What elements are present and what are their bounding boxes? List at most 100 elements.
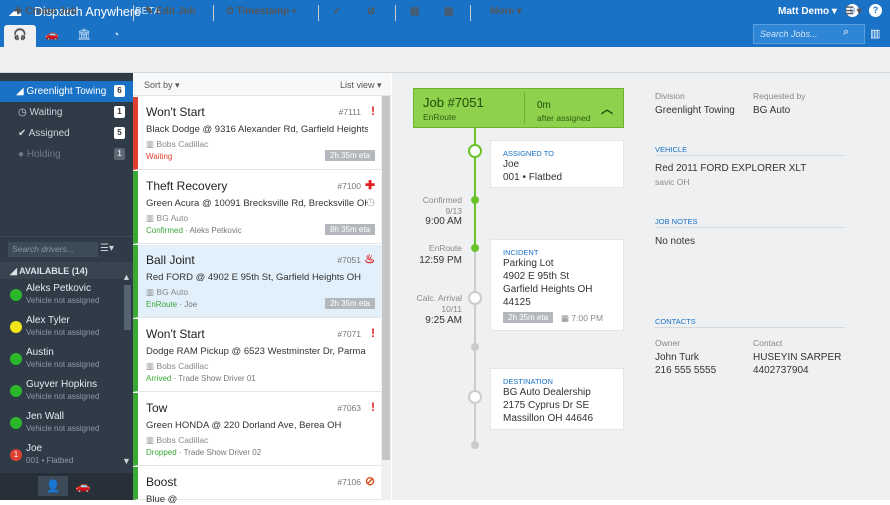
driver-scrollbar[interactable]: [124, 285, 131, 330]
job-status: Confirmed: [146, 226, 183, 235]
assigned-truck: 001 • Flatbed: [503, 172, 563, 183]
clock-icon: ⏱: [226, 6, 237, 17]
job-list-item[interactable]: Boost #7106 ⊘ Blue @: [133, 467, 381, 505]
user-menu[interactable]: Matt Demo ▾: [778, 6, 837, 17]
divider: [133, 5, 134, 21]
driver-list-item[interactable]: Aleks Petkovic Vehicle not assigned: [0, 280, 122, 312]
driver-list-item[interactable]: 1 Joe 001 • Flatbed: [0, 440, 122, 472]
sort-by-dropdown[interactable]: Sort by ▾: [144, 80, 180, 91]
help-icon[interactable]: ?: [869, 4, 882, 17]
collapse-chevron-icon[interactable]: ︿: [601, 100, 613, 117]
driver-list-item[interactable]: Guyver Hopkins Vehicle not assigned: [0, 376, 122, 408]
check-route-icon[interactable]: ✓: [333, 6, 341, 17]
job-notes-value: No notes: [655, 236, 696, 247]
incident-line: 4902 E 95th St: [503, 271, 570, 282]
layout-menu-icon[interactable]: ☰ ▾: [845, 6, 862, 17]
divider: [655, 227, 845, 228]
driver-status-dot: [10, 353, 22, 365]
tab-dispatch-headset-icon[interactable]: 🎧: [4, 25, 36, 47]
sidebar-item-label: Holding: [26, 149, 61, 160]
driver-name: Alex Tyler: [26, 315, 70, 326]
enroute-time: 12:59 PM: [419, 255, 462, 266]
chevron-up-icon[interactable]: ▲: [122, 272, 131, 282]
sidebar-item-holding[interactable]: ● Holding 1: [0, 144, 133, 165]
sidebar-item-greenlight-towing[interactable]: ◢ Greenlight Towing 6: [0, 81, 133, 102]
assigned-card[interactable]: ASSIGNED TO Joe 001 • Flatbed: [490, 140, 624, 188]
driver-status-dot: 1: [10, 449, 22, 461]
check-icon: ✔: [18, 128, 29, 139]
job-company: ▥ Bobs Cadillac: [146, 435, 208, 446]
count-badge: 1: [114, 106, 125, 118]
timestamp-button[interactable]: ⏱ Timestamp ▾: [226, 6, 296, 17]
count-badge: 6: [114, 85, 125, 97]
company-name: Bobs Cadillac: [156, 139, 209, 149]
job-number: #7051: [337, 255, 361, 265]
driver-status-dot: [10, 385, 22, 397]
tab-bank-icon[interactable]: 🏛: [68, 25, 100, 47]
incident-card[interactable]: INCIDENT Parking Lot 4902 E 95th St Garf…: [490, 239, 624, 331]
calendar-icon: ▦: [561, 313, 572, 323]
owner-phone[interactable]: 216 555 5555: [655, 365, 716, 376]
more-button[interactable]: More ▾: [490, 6, 522, 17]
card-title: DESTINATION: [503, 377, 553, 386]
chevron-down-icon[interactable]: ▼: [122, 456, 131, 466]
scrollbar-thumb[interactable]: [382, 96, 390, 460]
dot-icon: ●: [18, 149, 27, 160]
confirmed-time: 9:00 AM: [425, 216, 462, 227]
vehicle-value: Red 2011 FORD EXPLORER XLT: [655, 163, 807, 174]
job-title: Boost: [146, 475, 177, 489]
dispatch-truck-icon[interactable]: ▤: [410, 6, 419, 17]
company-name: Bobs Cadillac: [156, 361, 209, 371]
job-list-item[interactable]: Won't Start #7111! Black Dodge @ 9316 Alex…: [133, 97, 381, 170]
driver-vehicle-status: 001 • Flatbed: [26, 456, 74, 465]
job-list-item[interactable]: Ball Joint #7051 ♨ Red FORD @ 4902 E 95th S…: [133, 245, 381, 318]
tab-pie-chart-icon[interactable]: ◔: [100, 25, 132, 47]
building-icon: ▥: [146, 213, 157, 223]
contact-phone[interactable]: 4402737904: [753, 365, 809, 376]
edit-job-label: Edit Job: [156, 6, 196, 17]
sidebar-item-waiting[interactable]: ◷ Waiting 1: [0, 102, 133, 123]
job-number: #7063: [337, 403, 361, 413]
edit-job-button[interactable]: ✎ Edit Job: [145, 6, 196, 17]
timeline-node: [468, 144, 482, 158]
list-view-dropdown[interactable]: List view ▾: [340, 80, 382, 91]
divider: [318, 5, 319, 21]
sidebar-item-assigned[interactable]: ✔ Assigned 5: [0, 123, 133, 144]
driver-list-item[interactable]: Alex Tyler Vehicle not assigned: [0, 312, 122, 344]
job-vehicle-location: Green HONDA @ 220 Dorland Ave, Berea OH: [146, 420, 342, 431]
requested-by-value: BG Auto: [753, 105, 791, 116]
destination-card[interactable]: DESTINATION BG Auto Dealership 2175 Cypr…: [490, 368, 624, 430]
cancel-icon[interactable]: ⊘: [367, 6, 375, 17]
document-icon[interactable]: ▧: [444, 6, 453, 17]
job-title: Won't Start: [146, 105, 205, 119]
more-label: More: [490, 6, 514, 17]
sidebar-item-label: Waiting: [29, 107, 63, 118]
assigned-driver: Joe: [503, 159, 520, 170]
eta-badge: 2h 35m eta: [503, 312, 554, 323]
job-company: ▥ Bobs Cadillac: [146, 361, 209, 372]
confirmed-date: 9/13: [445, 206, 462, 216]
job-list-item[interactable]: Theft Recovery #7100 ✚ Green Acura @ 10091 …: [133, 171, 381, 244]
priority-icon: ⊘: [364, 474, 375, 488]
driver-search-input[interactable]: Search drivers...: [8, 242, 98, 257]
driver-list-item[interactable]: Austin Vehicle not assigned: [0, 344, 122, 376]
job-vehicle-location: Green Acura @ 10091 Brecksville Rd, Brec…: [146, 198, 368, 209]
search-icon[interactable]: ⌕: [843, 26, 849, 39]
vehicle-title: VEHICLE: [655, 145, 688, 154]
tab-car-icon[interactable]: 🚗: [36, 25, 68, 47]
create-job-button[interactable]: ✚ Create Job: [14, 6, 77, 17]
eta-time-value: 7:00 PM: [571, 313, 604, 323]
driver-status-dot: [10, 321, 22, 333]
drivers-person-icon[interactable]: 👤: [38, 476, 68, 496]
job-list-item[interactable]: Won't Start #7071! Dodge RAM Pickup @ 6523…: [133, 319, 381, 392]
available-header[interactable]: ◢ AVAILABLE (14): [0, 262, 133, 279]
book-icon[interactable]: ▥: [870, 27, 880, 40]
job-list-item[interactable]: Tow #7063! Green HONDA @ 220 Dorland Ave, …: [133, 393, 381, 466]
vehicles-car-icon[interactable]: 🚗: [72, 476, 94, 496]
list-filter-icon[interactable]: ☰▾: [100, 243, 114, 254]
sort-label: Sort by: [144, 80, 173, 90]
timeline-dot: [471, 244, 479, 252]
building-icon: ▥: [146, 287, 157, 297]
eta-badge: 2h 35m eta: [324, 298, 375, 309]
driver-list-item[interactable]: Jen Wall Vehicle not assigned: [0, 408, 122, 440]
